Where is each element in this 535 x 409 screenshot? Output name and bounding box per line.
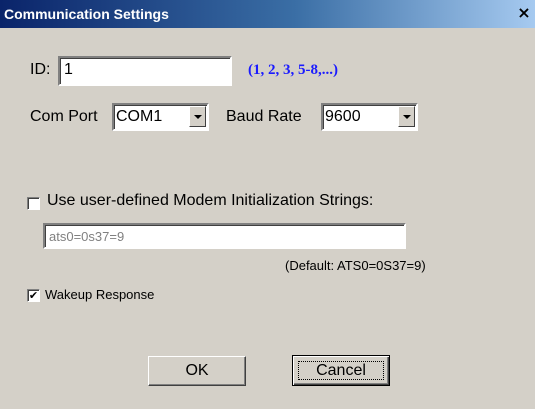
modem-default-note: (Default: ATS0=0S37=9) xyxy=(285,258,426,273)
baud-rate-value: 9600 xyxy=(325,108,361,125)
ok-button[interactable]: OK xyxy=(148,356,246,386)
modem-strings-checkbox[interactable] xyxy=(27,197,40,210)
cancel-button-label: Cancel xyxy=(298,361,384,380)
chevron-down-icon[interactable] xyxy=(189,106,206,127)
baud-rate-label: Baud Rate xyxy=(226,108,302,125)
id-label: ID: xyxy=(30,61,51,78)
wakeup-response-label: Wakeup Response xyxy=(45,287,155,302)
cancel-button[interactable]: Cancel xyxy=(292,355,390,386)
title-bar[interactable]: Communication Settings × xyxy=(0,0,535,28)
modem-init-input[interactable]: ats0=0s37=9 xyxy=(43,223,406,249)
baud-rate-select[interactable]: 9600 xyxy=(321,103,418,131)
com-port-label: Com Port xyxy=(30,108,98,125)
id-hint: (1, 2, 3, 5-8,...) xyxy=(248,62,338,78)
window-title: Communication Settings xyxy=(4,6,169,22)
com-port-value: COM1 xyxy=(116,108,163,125)
wakeup-response-checkbox[interactable]: ✔ xyxy=(27,289,40,302)
close-icon[interactable]: × xyxy=(515,4,533,22)
chevron-down-icon[interactable] xyxy=(398,106,415,127)
modem-strings-label: Use user-defined Modem Initialization St… xyxy=(47,192,374,209)
modem-init-value: ats0=0s37=9 xyxy=(49,229,125,244)
id-input[interactable]: 1 xyxy=(58,56,232,86)
com-port-select[interactable]: COM1 xyxy=(112,103,209,131)
id-input-value: 1 xyxy=(64,61,73,78)
